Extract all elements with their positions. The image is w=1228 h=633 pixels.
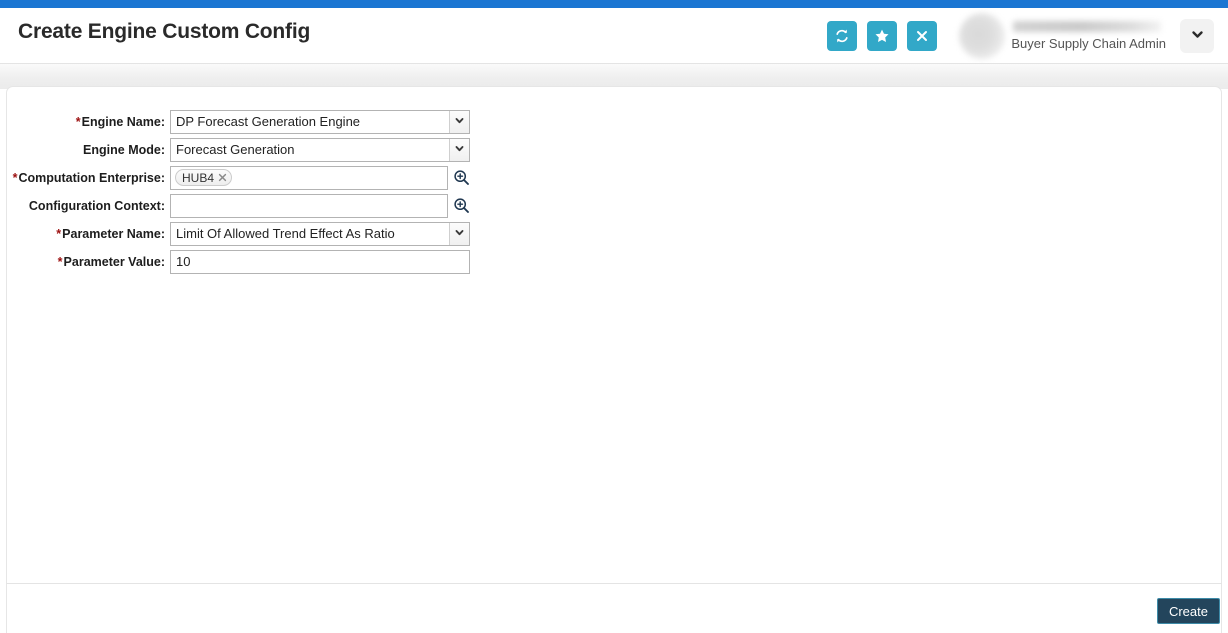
configuration-context-label: Configuration Context: [28,198,165,213]
user-menu-button[interactable] [1180,19,1214,53]
parameter-name-value: Limit Of Allowed Trend Effect As Ratio [176,226,395,241]
chevron-down-icon [454,142,465,157]
required-marker: * [12,170,18,185]
field-row-parameter-name: *Parameter Name: Limit Of Allowed Trend … [7,221,1221,246]
engine-name-select[interactable]: DP Forecast Generation Engine [170,109,470,134]
field-row-computation-enterprise: *Computation Enterprise: HUB4 [7,165,1221,190]
star-icon [874,28,890,44]
chevron-down-icon [1190,27,1205,45]
footer-divider [6,583,1222,584]
computation-enterprise-input[interactable]: HUB4 [170,165,448,190]
create-button[interactable]: Create [1156,598,1220,624]
configuration-context-search-plus-icon[interactable] [453,197,470,214]
refresh-icon [834,28,850,44]
close-icon [915,29,929,43]
computation-enterprise-control: HUB4 [170,165,470,190]
parameter-name-label: *Parameter Name: [56,226,165,241]
computation-enterprise-search-plus-icon[interactable] [453,169,470,186]
user-name-redacted [1013,21,1162,32]
avatar [959,13,1006,59]
required-marker: * [75,114,81,129]
required-marker: * [57,254,63,269]
engine-name-control: DP Forecast Generation Engine [170,109,470,134]
chevron-down-icon [454,114,465,129]
token-remove-icon[interactable] [218,173,227,182]
user-profile[interactable]: Buyer Supply Chain Admin [959,8,1166,64]
token-label: HUB4 [182,170,215,185]
field-row-engine-mode: Engine Mode: Forecast Generation [7,137,1221,162]
parameter-value-label: *Parameter Value: [57,254,165,269]
configuration-context-input[interactable] [170,193,448,218]
top-accent-bar [0,0,1228,8]
content-panel: *Engine Name: DP Forecast Generation Eng… [6,86,1222,633]
user-role-label: Buyer Supply Chain Admin [1011,36,1166,51]
engine-mode-value: Forecast Generation [176,142,295,157]
page-title: Create Engine Custom Config [18,20,311,43]
engine-mode-dropdown-arrow[interactable] [449,138,469,161]
favorite-button[interactable] [867,21,898,51]
refresh-button[interactable] [827,21,858,51]
user-text: Buyer Supply Chain Admin [1011,13,1166,59]
token-chip[interactable]: HUB4 [175,169,233,186]
parameter-value-control: 10 [170,249,470,274]
close-button[interactable] [907,21,938,51]
chevron-down-icon [454,226,465,241]
required-marker: * [56,226,62,241]
engine-mode-control: Forecast Generation [170,137,470,162]
parameter-name-dropdown-arrow[interactable] [449,222,469,245]
engine-mode-select[interactable]: Forecast Generation [170,137,470,162]
engine-name-label: *Engine Name: [75,114,165,129]
field-row-engine-name: *Engine Name: DP Forecast Generation Eng… [7,109,1221,134]
parameter-name-select[interactable]: Limit Of Allowed Trend Effect As Ratio [170,221,470,246]
field-row-configuration-context: Configuration Context: [7,193,1221,218]
engine-name-dropdown-arrow[interactable] [449,110,469,133]
page-header: Create Engine Custom Config Buyer Supply… [0,8,1228,64]
header-actions: Buyer Supply Chain Admin [817,8,1228,64]
configuration-context-control [170,193,470,218]
engine-custom-config-form: *Engine Name: DP Forecast Generation Eng… [7,109,1221,277]
parameter-name-control: Limit Of Allowed Trend Effect As Ratio [170,221,470,246]
parameter-value-input[interactable]: 10 [170,249,470,274]
field-row-parameter-value: *Parameter Value: 10 [7,249,1221,274]
engine-mode-label: Engine Mode: [83,142,165,157]
engine-name-value: DP Forecast Generation Engine [176,114,361,129]
computation-enterprise-label: *Computation Enterprise: [12,170,165,185]
